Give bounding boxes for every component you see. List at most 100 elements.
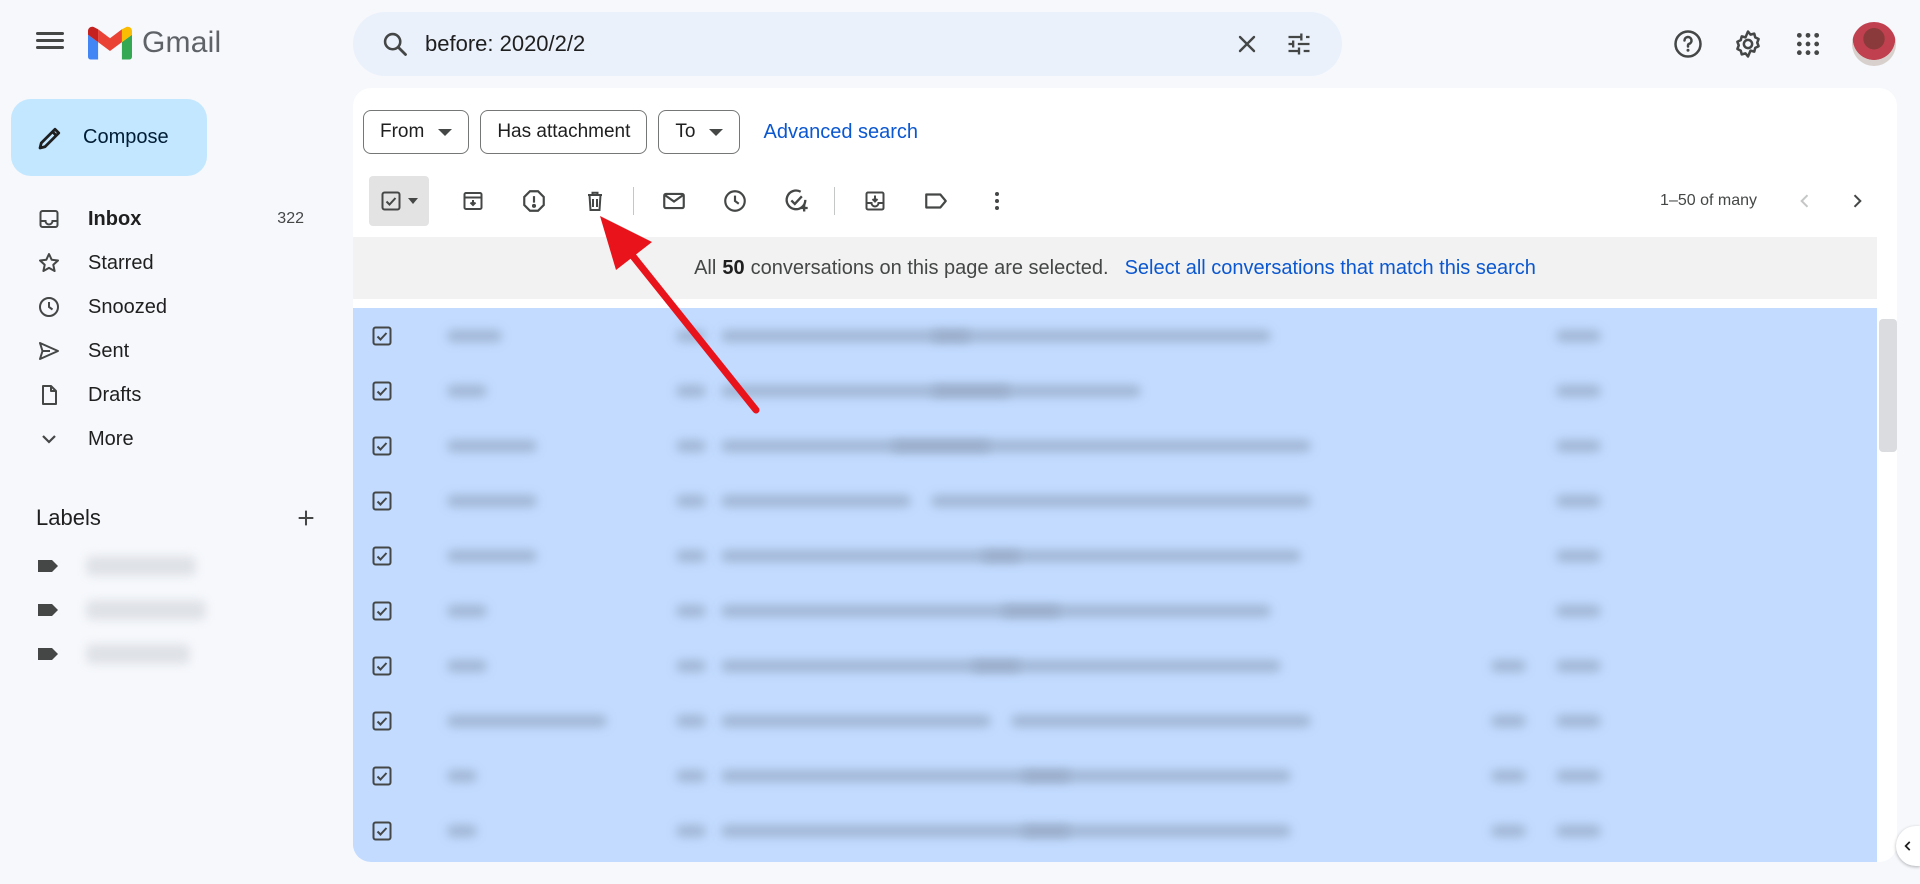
table-row[interactable] <box>353 473 1877 528</box>
toolbar-divider <box>834 187 835 215</box>
label-item[interactable] <box>36 634 286 674</box>
redacted-text <box>931 385 1141 397</box>
redacted-text <box>447 660 487 672</box>
sidebar-item-snoozed[interactable]: Snoozed <box>0 285 340 329</box>
row-checkbox[interactable] <box>353 418 411 473</box>
report-spam-button[interactable] <box>510 177 558 225</box>
table-row[interactable] <box>353 803 1877 858</box>
labels-button[interactable] <box>912 177 960 225</box>
delete-button[interactable] <box>571 177 619 225</box>
label-item[interactable] <box>36 546 286 586</box>
side-panel-toggle[interactable] <box>1896 826 1920 866</box>
row-checkbox[interactable] <box>353 748 411 803</box>
sidebar-item-inbox[interactable]: Inbox 322 <box>0 197 340 241</box>
selected-count: 50 <box>722 256 745 279</box>
redacted-text <box>721 495 911 507</box>
clear-search-icon[interactable] <box>1222 19 1272 69</box>
search-bar[interactable] <box>353 12 1342 76</box>
star-icon <box>36 250 62 276</box>
table-row[interactable] <box>353 748 1877 803</box>
sidebar-item-sent[interactable]: Sent <box>0 329 340 373</box>
chip-label: From <box>380 121 425 142</box>
row-checkbox[interactable] <box>353 528 411 583</box>
compose-label: Compose <box>83 126 169 148</box>
more-actions-button[interactable] <box>973 177 1021 225</box>
checkbox-checked-icon <box>372 326 392 345</box>
row-checkbox[interactable] <box>353 583 411 638</box>
scrollbar-thumb[interactable] <box>1879 319 1897 452</box>
table-row[interactable] <box>353 693 1877 748</box>
from-filter-chip[interactable]: From <box>363 110 470 154</box>
search-icon[interactable] <box>367 12 423 76</box>
row-checkbox[interactable] <box>353 363 411 418</box>
redacted-text <box>1556 660 1601 672</box>
clock-icon <box>724 190 746 212</box>
redacted-text <box>721 550 1021 562</box>
pagination: 1–50 of many <box>1660 174 1879 228</box>
mark-as-read-button[interactable] <box>650 177 698 225</box>
row-checkbox[interactable] <box>353 473 411 528</box>
redacted-text <box>1491 660 1526 672</box>
redacted-text <box>931 330 1271 342</box>
main-menu-button[interactable] <box>30 28 70 60</box>
label-item[interactable] <box>36 590 286 630</box>
page-range: 1–50 of many <box>1660 192 1757 209</box>
sidebar-item-starred[interactable]: Starred <box>0 241 340 285</box>
caret-down-icon <box>709 128 724 136</box>
to-filter-chip[interactable]: To <box>658 110 741 154</box>
checkbox-checked-icon <box>372 711 392 730</box>
row-checkbox[interactable] <box>353 803 411 858</box>
toolbar-divider <box>633 187 634 215</box>
table-row[interactable] <box>353 583 1877 638</box>
sidebar-item-more[interactable]: More <box>0 417 340 461</box>
row-checkbox[interactable] <box>353 638 411 693</box>
apps-grid-icon[interactable] <box>1784 20 1832 68</box>
select-all-matching-link[interactable]: Select all conversations that match this… <box>1125 257 1536 280</box>
compose-button[interactable]: Compose <box>11 99 207 176</box>
redacted-text <box>676 385 706 397</box>
checkbox-checked-icon <box>372 546 392 565</box>
snooze-button[interactable] <box>711 177 759 225</box>
table-row[interactable] <box>353 528 1877 583</box>
table-row[interactable] <box>353 308 1877 363</box>
redacted-text <box>447 605 487 617</box>
newer-page-button[interactable] <box>1835 179 1879 223</box>
sidebar-nav: Inbox 322 Starred Snoozed Sent Drafts Mo… <box>0 197 340 461</box>
advanced-search-link[interactable]: Advanced search <box>763 121 918 144</box>
row-checkbox[interactable] <box>353 693 411 748</box>
redacted-text <box>447 550 537 562</box>
table-row[interactable] <box>353 638 1877 693</box>
select-all-dropdown[interactable] <box>369 176 429 226</box>
chip-label: Has attachment <box>497 121 631 142</box>
older-page-button[interactable] <box>1783 179 1827 223</box>
report-spam-icon <box>523 190 545 212</box>
search-input[interactable] <box>425 31 1222 57</box>
label-tag-icon <box>38 560 58 572</box>
help-icon[interactable] <box>1664 20 1712 68</box>
gmail-logo[interactable]: Gmail <box>88 26 221 60</box>
redacted-text <box>676 605 706 617</box>
archive-button[interactable] <box>449 177 497 225</box>
table-row[interactable] <box>353 363 1877 418</box>
has-attachment-chip[interactable]: Has attachment <box>480 110 648 154</box>
table-row[interactable] <box>353 418 1877 473</box>
checkbox-checked-icon <box>372 436 392 455</box>
add-to-tasks-button[interactable] <box>772 177 820 225</box>
row-checkbox[interactable] <box>353 308 411 363</box>
add-label-icon[interactable] <box>286 498 326 538</box>
account-avatar[interactable] <box>1852 22 1896 66</box>
sidebar-item-label: More <box>88 427 134 450</box>
redacted-text <box>971 660 1281 672</box>
redacted-text <box>1556 770 1601 782</box>
redacted-text <box>1556 330 1601 342</box>
settings-gear-icon[interactable] <box>1724 20 1772 68</box>
menu-line <box>36 32 64 35</box>
caret-down-icon <box>438 128 453 136</box>
trash-icon <box>588 191 602 211</box>
search-options-icon[interactable] <box>1274 19 1324 69</box>
move-to-button[interactable] <box>851 177 899 225</box>
redacted-text <box>1556 385 1601 397</box>
sidebar-item-drafts[interactable]: Drafts <box>0 373 340 417</box>
mail-list-panel: From Has attachment To Advanced search 1… <box>353 88 1897 862</box>
label-icon <box>925 193 947 209</box>
